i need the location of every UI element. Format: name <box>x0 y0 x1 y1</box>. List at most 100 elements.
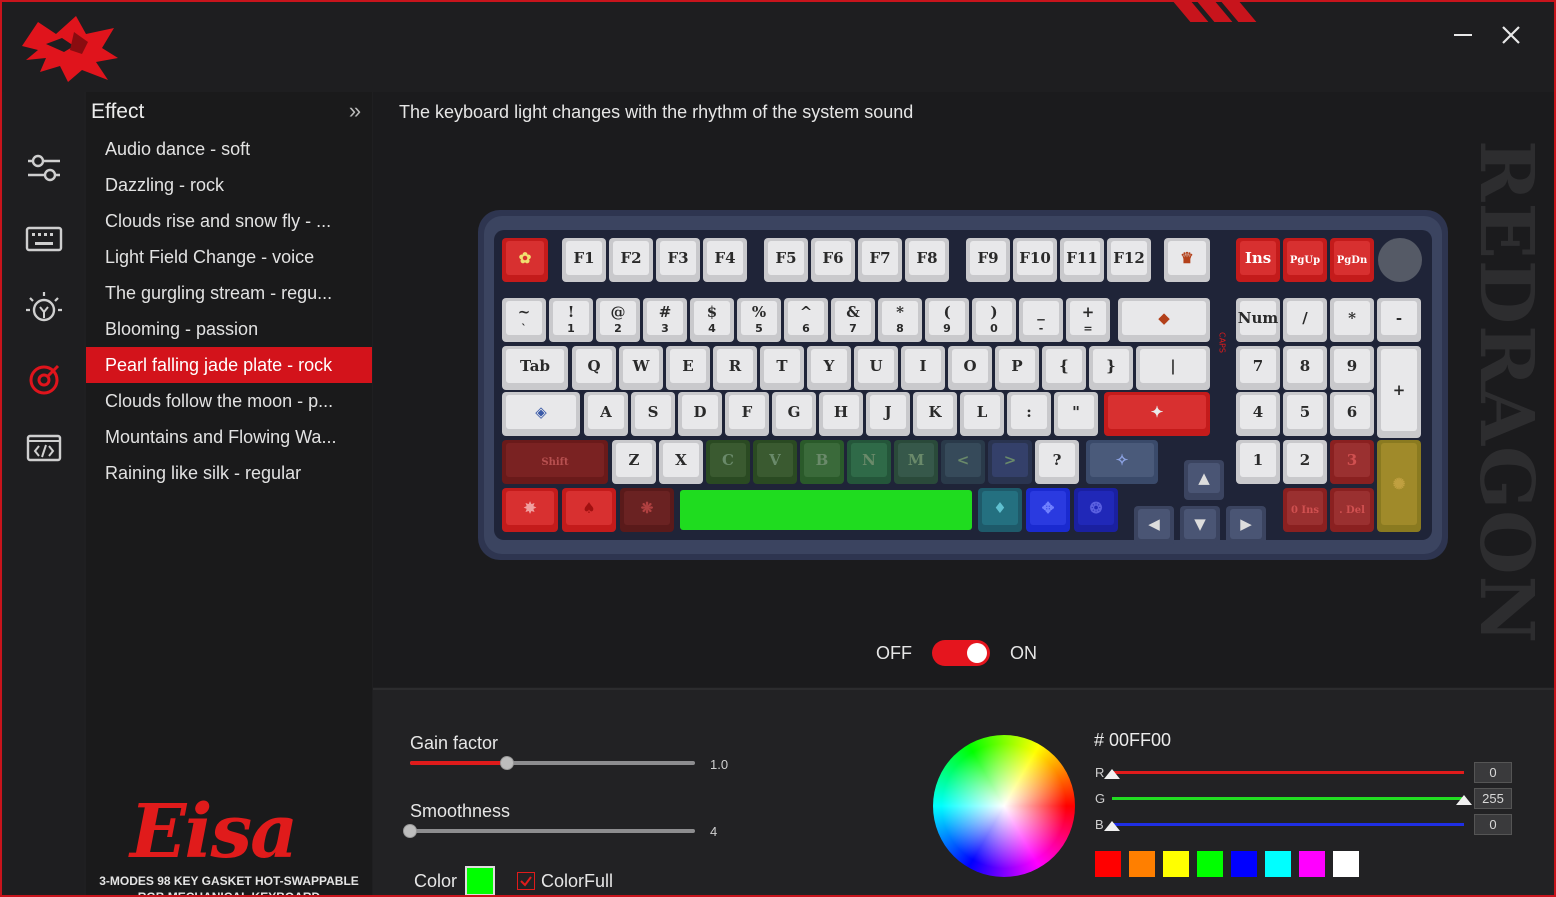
effect-item[interactable]: Blooming - passion <box>86 311 372 347</box>
close-icon <box>1502 26 1520 44</box>
effect-item[interactable]: Mountains and Flowing Wa... <box>86 419 372 455</box>
smoothness-slider-thumb[interactable] <box>403 824 417 838</box>
keycap: *8 <box>878 298 922 342</box>
keycap: F4 <box>703 238 747 282</box>
keycap-label: ✺ <box>1393 475 1406 493</box>
keycap: F3 <box>656 238 700 282</box>
preset-color-swatch[interactable] <box>1333 851 1359 877</box>
color-wheel[interactable] <box>933 735 1075 877</box>
keycap: A <box>584 392 628 436</box>
nav-settings[interactable] <box>22 146 66 190</box>
effect-item[interactable]: The gurgling stream - regu... <box>86 275 372 311</box>
b-value-input[interactable]: 0 <box>1474 814 1512 835</box>
keycap-label: F3 <box>667 249 688 267</box>
nav-macro[interactable] <box>22 426 66 470</box>
minimize-button[interactable] <box>1446 18 1480 52</box>
nav-audio-effect[interactable] <box>22 356 66 400</box>
color-swatch[interactable] <box>465 866 496 895</box>
preset-color-swatch[interactable] <box>1265 851 1291 877</box>
g-value-input[interactable]: 255 <box>1474 788 1512 809</box>
keycap-label: ✥ <box>1042 499 1055 517</box>
hex-value: # 00FF00 <box>1094 730 1172 750</box>
collapse-chevron-icon[interactable]: » <box>344 100 366 122</box>
keyboard-preview: ✿ F1 F2 F3 F4 F5 F6 F7 F8 F9 F10 F11 F12 ♛ Ins PgUp PgDn… <box>478 210 1448 560</box>
effect-item[interactable]: Pearl falling jade plate - rock <box>86 347 372 383</box>
keycap: PgDn <box>1330 238 1374 282</box>
g-slider[interactable] <box>1112 795 1472 805</box>
keycap-label: ✿ <box>519 249 532 267</box>
product-name: Eisa <box>130 789 298 875</box>
b-slider-thumb[interactable] <box>1104 821 1120 831</box>
r-slider-thumb[interactable] <box>1104 769 1120 779</box>
keycap-label: ^ <box>800 303 813 321</box>
gain-slider[interactable] <box>410 756 695 770</box>
keycap: ▼ <box>1180 506 1220 546</box>
keycap-label: V <box>768 451 781 469</box>
keycap-label: @ <box>611 303 626 321</box>
lighting-toggle[interactable] <box>932 640 990 666</box>
keycap-sublabel: 8 <box>896 322 904 335</box>
side-navigation <box>4 92 84 895</box>
keycap-label: F8 <box>916 249 937 267</box>
nav-lighting[interactable] <box>22 286 66 330</box>
keycap-sublabel: 1 <box>567 322 575 335</box>
preset-color-swatch[interactable] <box>1163 851 1189 877</box>
preset-color-swatch[interactable] <box>1231 851 1257 877</box>
keycap: | <box>1136 346 1210 390</box>
gain-slider-thumb[interactable] <box>499 756 514 770</box>
effect-item[interactable]: Clouds follow the moon - p... <box>86 383 372 419</box>
keycap-label: 8 <box>1300 357 1310 375</box>
keycap: F12 <box>1107 238 1151 282</box>
keycap: ✺ <box>1377 440 1421 532</box>
keycap: ✿ <box>502 238 548 282</box>
effect-item[interactable]: Raining like silk - regular <box>86 455 372 491</box>
keycap: F10 <box>1013 238 1057 282</box>
keycap-label: P <box>1011 357 1022 375</box>
keycap: 0 Ins <box>1283 488 1327 532</box>
keycap: - <box>1377 298 1421 342</box>
keycap-label: F9 <box>977 249 998 267</box>
keycap: Ins <box>1236 238 1280 282</box>
r-slider[interactable] <box>1104 769 1464 779</box>
keycap: += <box>1066 298 1110 342</box>
keycap-label: + <box>1393 381 1406 399</box>
preset-color-swatch[interactable] <box>1197 851 1223 877</box>
effect-item[interactable]: Clouds rise and snow fly - ... <box>86 203 372 239</box>
keycap-label: 4 <box>1253 403 1263 421</box>
keycap-label: Q <box>587 357 600 375</box>
keycap: Tab <box>502 346 568 390</box>
toggle-knob <box>967 643 987 663</box>
keycap: C <box>706 440 750 484</box>
smoothness-slider[interactable] <box>403 824 695 838</box>
effect-title: Effect <box>91 100 145 123</box>
color-label: Color <box>414 870 458 891</box>
nav-keyboard[interactable] <box>22 216 66 260</box>
colorfull-checkbox[interactable] <box>517 872 536 890</box>
effect-item[interactable]: Dazzling - rock <box>86 167 372 203</box>
app-window: Effect » Audio dance - soft Dazzling - ro… <box>0 0 1556 897</box>
keycap-label: ◆ <box>1158 309 1170 327</box>
macro-icon <box>26 434 62 462</box>
g-slider-thumb[interactable] <box>1456 795 1472 805</box>
keycap: ^6 <box>784 298 828 342</box>
keycap: P <box>995 346 1039 390</box>
keycap-label: A <box>599 403 612 421</box>
preset-color-swatch[interactable] <box>1299 851 1325 877</box>
keycap-label: > <box>1004 451 1017 469</box>
b-slider[interactable] <box>1104 821 1464 831</box>
keycap: D <box>678 392 722 436</box>
keycap: H <box>819 392 863 436</box>
effect-item[interactable]: Audio dance - soft <box>86 131 372 167</box>
keycap-sublabel: - <box>1039 322 1044 335</box>
brand-watermark: REDRAGON <box>1463 140 1549 645</box>
preset-color-swatch[interactable] <box>1095 851 1121 877</box>
keycap: _- <box>1019 298 1063 342</box>
close-button[interactable] <box>1494 18 1528 52</box>
effect-item[interactable]: Light Field Change - voice <box>86 239 372 275</box>
keycap-label: J <box>882 403 891 421</box>
keycap-label: ◀ <box>1148 515 1160 533</box>
r-value-input[interactable]: 0 <box>1474 762 1512 783</box>
keycap: 6 <box>1330 392 1374 436</box>
preset-color-swatch[interactable] <box>1129 851 1155 877</box>
keycap-label: ? <box>1053 451 1062 469</box>
